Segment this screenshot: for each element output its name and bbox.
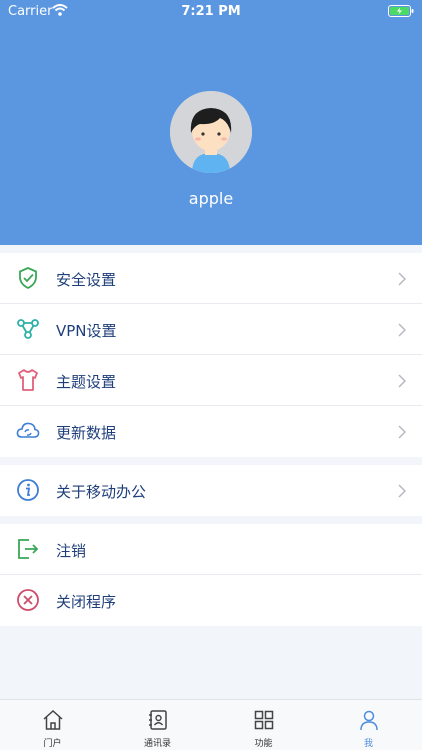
shirt-icon xyxy=(18,369,38,391)
tab-bar: 门户 通讯录 功能 我 xyxy=(0,699,422,750)
menu-row-close-app[interactable]: 关闭程序 xyxy=(0,575,422,626)
menu-label: 注销 xyxy=(56,542,87,560)
logout-icon xyxy=(18,539,39,559)
tab-contacts[interactable]: 通讯录 xyxy=(105,700,210,750)
close-circle-icon xyxy=(17,589,39,611)
battery-icon xyxy=(388,5,414,17)
vpn-nodes-icon xyxy=(17,319,39,339)
clock: 7:21 PM xyxy=(181,4,241,19)
menu-row-vpn[interactable]: VPN设置 xyxy=(0,304,422,355)
chevron-right-icon xyxy=(398,374,406,388)
tab-label: 通讯录 xyxy=(143,739,171,749)
chevron-right-icon xyxy=(398,272,406,286)
avatar[interactable] xyxy=(170,91,252,173)
grid-icon xyxy=(254,710,274,730)
tab-portal[interactable]: 门户 xyxy=(0,700,105,750)
settings-group: 安全设置 VPN设置 主题设置 更新数据 xyxy=(0,253,422,457)
tab-label: 我 xyxy=(363,739,373,749)
menu-row-logout[interactable]: 注销 xyxy=(0,524,422,575)
about-group: 关于移动办公 xyxy=(0,465,422,516)
info-icon xyxy=(17,479,39,501)
cloud-sync-icon xyxy=(16,422,40,438)
account-group: 注销 关闭程序 xyxy=(0,524,422,626)
menu-row-security[interactable]: 安全设置 xyxy=(0,253,422,304)
chevron-right-icon xyxy=(398,323,406,337)
avatar-illustration xyxy=(170,91,252,173)
menu-row-update-data[interactable]: 更新数据 xyxy=(0,406,422,457)
home-icon xyxy=(43,709,63,730)
menu-label: 主题设置 xyxy=(56,373,117,391)
chevron-right-icon xyxy=(398,425,406,439)
chevron-right-icon xyxy=(398,484,406,498)
contacts-icon xyxy=(149,710,167,730)
menu-label: VPN设置 xyxy=(56,322,117,340)
profile-header: Carrier 7:21 PM apple xyxy=(0,0,422,245)
shield-check-icon xyxy=(19,267,37,290)
tab-label: 门户 xyxy=(43,739,62,749)
tab-functions[interactable]: 功能 xyxy=(211,700,316,750)
menu-row-theme[interactable]: 主题设置 xyxy=(0,355,422,406)
tab-label: 功能 xyxy=(254,739,273,749)
status-bar: Carrier 7:21 PM xyxy=(0,0,422,22)
menu-label: 关闭程序 xyxy=(56,593,117,611)
person-icon xyxy=(360,710,378,731)
menu-row-about[interactable]: 关于移动办公 xyxy=(0,465,422,516)
menu-label: 关于移动办公 xyxy=(56,483,147,501)
menu-label: 安全设置 xyxy=(56,271,117,289)
tab-me[interactable]: 我 xyxy=(316,700,421,750)
username: apple xyxy=(188,189,234,208)
menu-label: 更新数据 xyxy=(56,424,117,442)
